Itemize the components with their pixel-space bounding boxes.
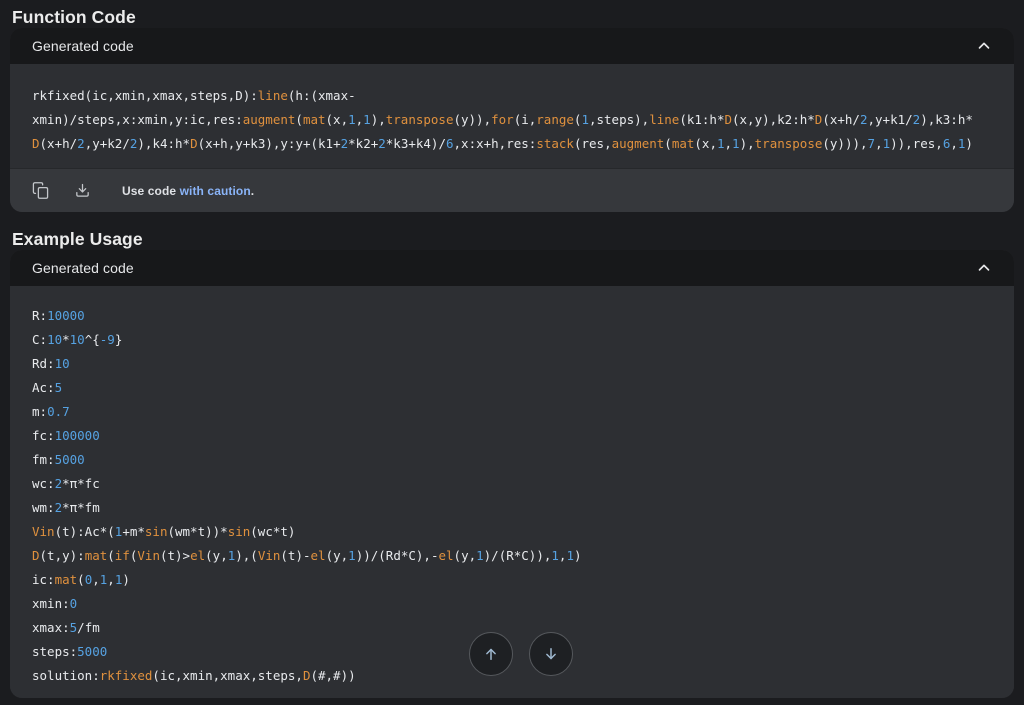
code-line: solution:rkfixed(ic,xmin,xmax,steps,D(#,… xyxy=(32,664,992,688)
code-line: rkfixed(ic,xmin,xmax,steps,D):line(h:(xm… xyxy=(32,84,992,108)
chevron-up-icon xyxy=(975,259,993,277)
collapse-card-button[interactable] xyxy=(972,256,996,280)
code-line: wc:2*π*fc xyxy=(32,472,992,496)
code-line: wm:2*π*fm xyxy=(32,496,992,520)
code-line: m:0.7 xyxy=(32,400,992,424)
code-line: Ac:5 xyxy=(32,376,992,400)
scroll-down-button[interactable] xyxy=(529,632,573,676)
code-line: Vin(t):Ac*(1+m*sin(wm*t))*sin(wc*t) xyxy=(32,520,992,544)
section-title-function-code: Function Code xyxy=(12,6,1014,28)
code-line: fc:100000 xyxy=(32,424,992,448)
page: Function Code Generated code rkfixed(ic,… xyxy=(0,0,1024,698)
caution-text: Use code with caution. xyxy=(122,184,254,198)
code-card-header: Generated code xyxy=(10,250,1014,286)
arrow-up-icon xyxy=(482,645,500,663)
example-usage-card: Generated code R:10000C:10*10^{-9}Rd:10A… xyxy=(10,250,1014,698)
code-card-footer: Use code with caution. xyxy=(10,168,1014,212)
code-content: R:10000C:10*10^{-9}Rd:10Ac:5m:0.7fc:1000… xyxy=(10,286,1014,698)
section-title-example-usage: Example Usage xyxy=(12,228,1014,250)
collapse-card-button[interactable] xyxy=(972,34,996,58)
code-line: fm:5000 xyxy=(32,448,992,472)
code-line: Rd:10 xyxy=(32,352,992,376)
code-line: D(x+h/2,y+k2/2),k4:h*D(x+h,y+k3),y:y+(k1… xyxy=(32,132,992,156)
copy-icon xyxy=(32,181,49,200)
arrow-down-icon xyxy=(542,645,560,663)
caution-period: . xyxy=(251,184,254,198)
code-card-header: Generated code xyxy=(10,28,1014,64)
function-code-card: Generated code rkfixed(ic,xmin,xmax,step… xyxy=(10,28,1014,212)
chevron-up-icon xyxy=(975,37,993,55)
code-line: R:10000 xyxy=(32,304,992,328)
download-icon xyxy=(74,182,91,199)
code-content: rkfixed(ic,xmin,xmax,steps,D):line(h:(xm… xyxy=(10,64,1014,168)
with-caution-link[interactable]: with caution xyxy=(180,184,251,198)
scroll-up-button[interactable] xyxy=(469,632,513,676)
code-line: xmax:5/fm xyxy=(32,616,992,640)
card-header-label: Generated code xyxy=(32,38,134,54)
code-line: xmin:0 xyxy=(32,592,992,616)
card-header-label: Generated code xyxy=(32,260,134,276)
download-code-button[interactable] xyxy=(68,177,96,205)
copy-code-button[interactable] xyxy=(26,177,54,205)
code-line: ic:mat(0,1,1) xyxy=(32,568,992,592)
use-code-label: Use code xyxy=(122,184,180,198)
code-line: C:10*10^{-9} xyxy=(32,328,992,352)
code-line: D(t,y):mat(if(Vin(t)>el(y,1),(Vin(t)-el(… xyxy=(32,544,992,568)
code-line: xmin)/steps,x:xmin,y:ic,res:augment(mat(… xyxy=(32,108,992,132)
